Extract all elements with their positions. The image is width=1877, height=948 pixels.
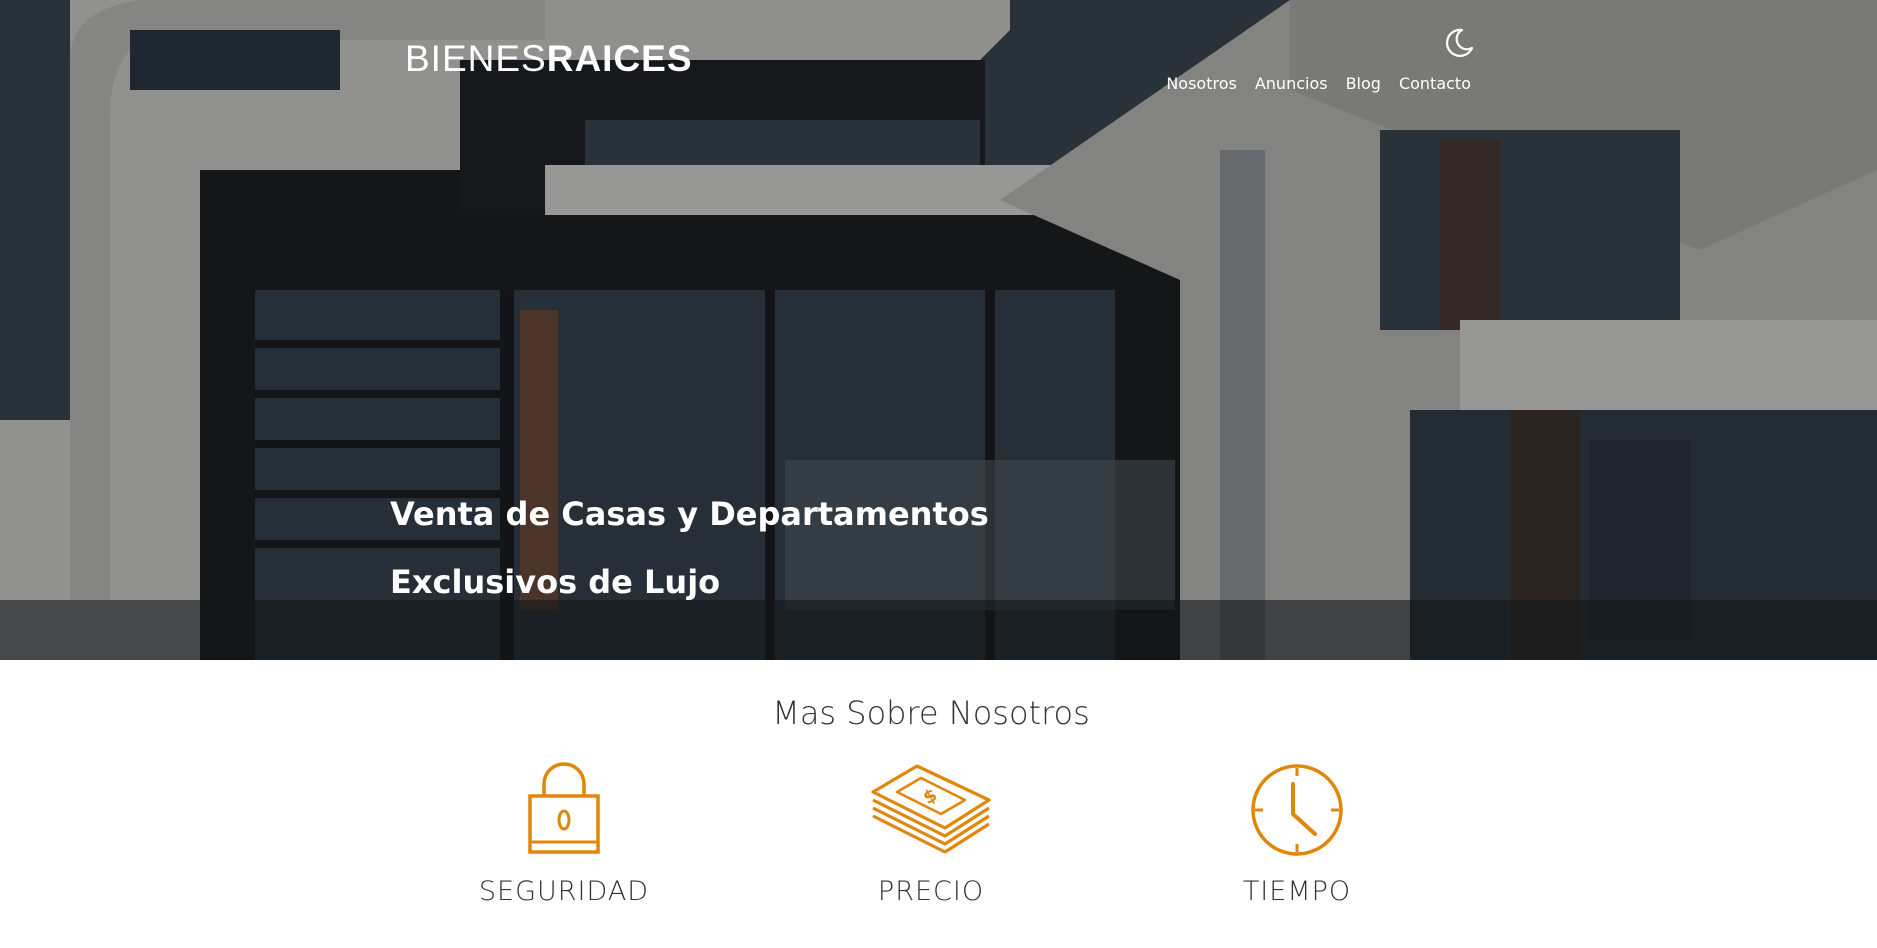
moon-icon <box>1445 28 1474 57</box>
lock-icon <box>528 762 600 854</box>
about-section-title: Mas Sobre Nosotros <box>772 694 1090 732</box>
hero-title: Venta de Casas y Departamentos Exclusivo… <box>390 480 1090 616</box>
logo-text-light: BIENES <box>405 38 547 79</box>
feature-label-tiempo: TIEMPO <box>1242 876 1352 907</box>
money-stack-icon: $ <box>871 764 991 854</box>
feature-precio: $ PRECIO <box>801 762 1061 908</box>
feature-label-precio: PRECIO <box>877 876 985 907</box>
dark-mode-toggle[interactable] <box>1442 26 1476 60</box>
main-navigation: Nosotros Anuncios Blog Contacto <box>1166 74 1471 94</box>
nav-link-nosotros[interactable]: Nosotros <box>1166 74 1237 94</box>
feature-seguridad: SEGURIDAD <box>434 762 694 908</box>
feature-label-seguridad: SEGURIDAD <box>478 876 650 907</box>
nav-link-blog[interactable]: Blog <box>1346 74 1381 94</box>
nav-link-anuncios[interactable]: Anuncios <box>1255 74 1328 94</box>
clock-icon <box>1251 764 1343 856</box>
logo-text-bold: RAICES <box>546 38 693 79</box>
hero-banner: BIENESRAICES Nosotros Anuncios Blog Cont… <box>0 0 1877 660</box>
site-logo[interactable]: BIENESRAICES <box>405 40 693 77</box>
hero-title-line2: Exclusivos de Lujo <box>390 563 721 601</box>
feature-tiempo: TIEMPO <box>1167 762 1427 908</box>
nav-link-contacto[interactable]: Contacto <box>1399 74 1471 94</box>
hero-title-line1: Venta de Casas y Departamentos <box>390 495 989 533</box>
